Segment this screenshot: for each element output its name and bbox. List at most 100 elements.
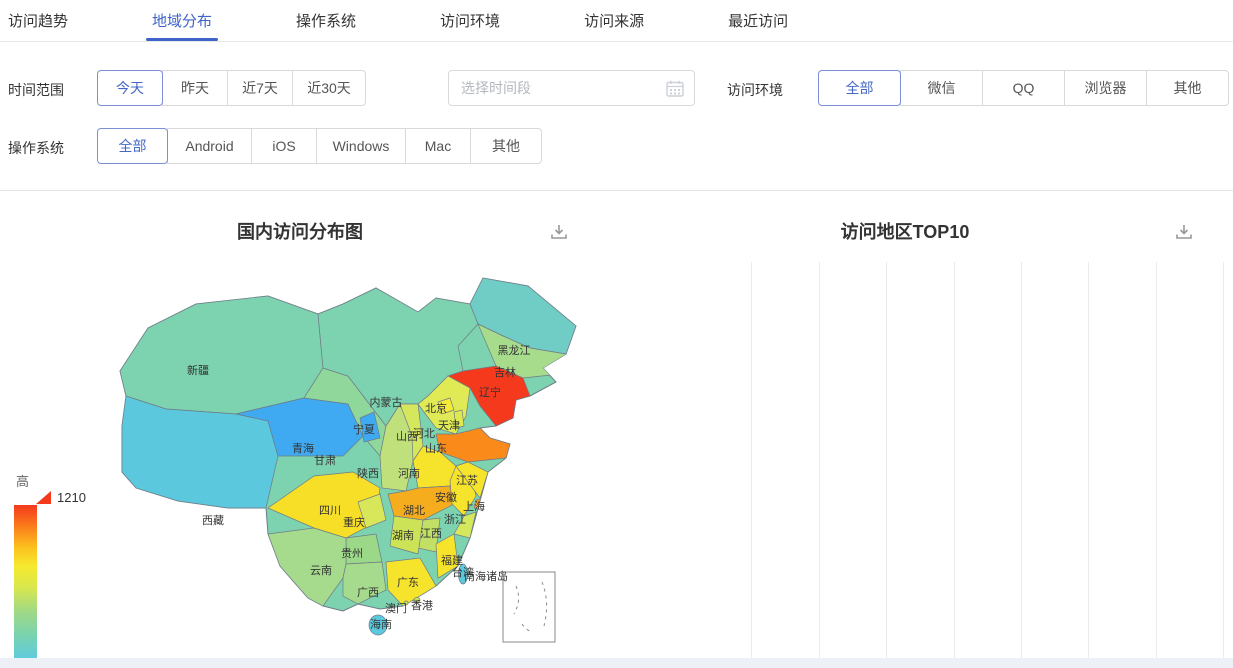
env-button-5[interactable]: 其他 [1146, 70, 1229, 106]
date-range-input[interactable] [448, 70, 695, 106]
gridline [954, 262, 955, 658]
map-legend-pointer-icon [36, 491, 51, 504]
os-button-label: Android [185, 138, 233, 154]
map-label-海南: 海南 [370, 617, 392, 631]
tab-bar: 访问趋势 地域分布 操作系统 访问环境 访问来源 最近访问 [0, 0, 1233, 42]
env-label: 访问环境 [727, 80, 783, 100]
env-button-4[interactable]: 浏览器 [1064, 70, 1147, 106]
map-label-辽宁: 辽宁 [479, 385, 501, 399]
os-button-1[interactable]: 全部 [97, 128, 168, 164]
gridline [1156, 262, 1157, 658]
map-label-江苏: 江苏 [456, 474, 478, 487]
map-label-内蒙古: 内蒙古 [370, 395, 403, 409]
os-button-3[interactable]: iOS [251, 128, 317, 164]
env-button-label: 其他 [1174, 78, 1202, 98]
map-download-icon[interactable] [550, 223, 568, 241]
china-map[interactable]: 新疆西藏青海甘肃内蒙古宁夏黑龙江吉林辽宁河北北京天津山西山东河南陕西四川重庆湖北… [118, 276, 588, 661]
tab-1[interactable]: 访问趋势 [8, 0, 68, 41]
time-range-label: 时间范围 [8, 80, 64, 100]
gridline [1021, 262, 1022, 658]
map-label-湖北: 湖北 [403, 504, 425, 517]
os-button-group: 全部 Android iOS Windows Mac 其他 [97, 128, 542, 164]
tab-2[interactable]: 地域分布 [152, 0, 212, 41]
top10-download-icon[interactable] [1175, 223, 1193, 241]
os-button-6[interactable]: 其他 [470, 128, 542, 164]
env-button-label: 全部 [846, 78, 874, 98]
section-divider [0, 190, 1233, 191]
env-button-3[interactable]: QQ [982, 70, 1065, 106]
map-label-北京: 北京 [425, 401, 447, 415]
map-label-江西: 江西 [420, 527, 442, 540]
tab-label: 地域分布 [152, 10, 212, 31]
calendar-icon[interactable] [666, 80, 684, 97]
tab-6[interactable]: 最近访问 [728, 0, 788, 41]
gridline [751, 262, 752, 658]
time-range-button-2[interactable]: 昨天 [162, 70, 228, 106]
tab-5[interactable]: 访问来源 [584, 0, 644, 41]
map-legend-max-value: 1210 [57, 490, 86, 505]
map-label-重庆: 重庆 [343, 515, 365, 529]
map-legend-gradient-bar [14, 505, 37, 658]
os-button-label: 其他 [492, 136, 520, 156]
os-button-2[interactable]: Android [167, 128, 252, 164]
map-label-吉林: 吉林 [494, 365, 516, 379]
env-button-2[interactable]: 微信 [900, 70, 983, 106]
top10-plot-area [684, 262, 1223, 658]
map-label-南海诸岛: 南海诸岛 [464, 569, 508, 583]
os-button-label: Mac [425, 138, 451, 154]
tab-label: 操作系统 [296, 10, 356, 31]
tab-4[interactable]: 访问环境 [440, 0, 500, 41]
os-button-4[interactable]: Windows [316, 128, 406, 164]
tab-label: 访问环境 [440, 10, 500, 31]
south-china-sea-inset-box [503, 572, 555, 642]
map-label-贵州: 贵州 [341, 547, 363, 560]
time-range-button-1[interactable]: 今天 [97, 70, 163, 106]
map-legend-high-label: 高 [16, 471, 29, 490]
tab-label: 访问趋势 [8, 10, 68, 31]
map-label-西藏: 西藏 [202, 514, 224, 527]
tab-3[interactable]: 操作系统 [296, 0, 356, 41]
env-button-1[interactable]: 全部 [818, 70, 901, 106]
os-button-label: Windows [333, 138, 390, 154]
time-range-button-label: 昨天 [181, 78, 209, 98]
map-label-上海: 上海 [463, 499, 485, 513]
region-新疆[interactable] [120, 296, 323, 414]
map-label-广东: 广东 [397, 576, 419, 589]
gridline [886, 262, 887, 658]
os-button-label: 全部 [119, 136, 147, 156]
env-button-label: 微信 [928, 78, 956, 98]
time-range-button-label: 近7天 [242, 78, 278, 98]
tab-label: 访问来源 [584, 10, 644, 31]
os-button-label: iOS [272, 138, 295, 154]
map-chart-title: 国内访问分布图 [120, 218, 480, 244]
regional-distribution-page: 访问趋势地域分布操作系统访问环境访问来源最近访问 时间范围 今天昨天近7天近30… [0, 0, 1233, 668]
bottom-page-band [0, 658, 1233, 668]
tab-label: 最近访问 [728, 10, 788, 31]
map-label-新疆: 新疆 [187, 363, 209, 377]
gridline [1223, 262, 1224, 658]
time-range-button-4[interactable]: 近30天 [292, 70, 366, 106]
map-label-甘肃: 甘肃 [314, 454, 336, 467]
map-label-山西: 山西 [396, 430, 418, 443]
time-range-button-label: 近30天 [307, 78, 351, 98]
map-label-天津: 天津 [438, 419, 460, 432]
active-tab-underline [146, 38, 218, 41]
env-button-label: QQ [1013, 80, 1035, 96]
map-label-宁夏: 宁夏 [353, 422, 375, 436]
gridline [1088, 262, 1089, 658]
map-label-浙江: 浙江 [444, 513, 466, 526]
time-range-button-group: 今天 昨天 近7天 近30天 [97, 70, 366, 106]
time-range-button-label: 今天 [116, 78, 144, 98]
map-label-陕西: 陕西 [357, 466, 379, 480]
map-label-香港: 香港 [411, 599, 433, 612]
env-button-group: 全部 微信 QQ 浏览器 其他 [818, 70, 1229, 106]
map-label-青海: 青海 [292, 441, 314, 455]
env-button-label: 浏览器 [1085, 78, 1127, 98]
map-label-四川: 四川 [319, 505, 341, 517]
map-label-黑龙江: 黑龙江 [498, 344, 531, 357]
time-range-button-3[interactable]: 近7天 [227, 70, 293, 106]
map-label-澳门: 澳门 [385, 601, 407, 615]
map-label-河南: 河南 [398, 467, 420, 480]
os-button-5[interactable]: Mac [405, 128, 471, 164]
map-label-山东: 山东 [425, 442, 447, 455]
